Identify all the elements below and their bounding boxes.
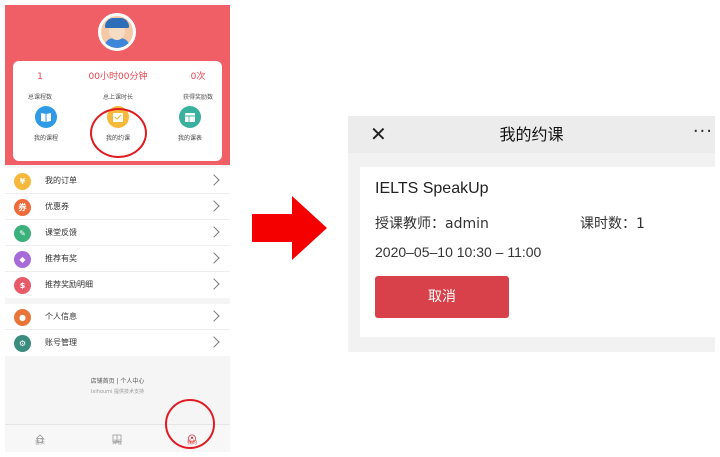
menu-group-orders: ¥ 我的订单 券 优惠券 ✎ 课堂反馈 ◆ 推荐有奖 $ 推荐奖励明细 — [5, 168, 230, 298]
qa-label: 我的课程 — [33, 135, 58, 142]
powered-by: Ixihoumi 提供技术支持 — [90, 389, 145, 395]
chevron-right-icon — [208, 336, 220, 348]
highlight-me-tab — [165, 399, 215, 449]
stat-rewards: 0次 获得奖励数 — [163, 71, 230, 101]
stat-label: 总上课时长 — [102, 94, 133, 101]
book-icon — [35, 106, 57, 128]
page-title: 我的约课 — [499, 125, 564, 144]
menu-item-profile[interactable]: ● 个人信息 — [5, 304, 230, 330]
nav-bar: ✕ 我的约课 ··· — [348, 116, 715, 153]
my-profile-screen: 1 总课程数 00小时00分钟 总上课时长 0次 获得奖励数 我的课程 我的约课 — [5, 5, 230, 452]
tab-courses[interactable]: 课程 — [92, 428, 142, 446]
right-arrow-icon — [252, 196, 327, 260]
teacher-label: 授课教师：admin — [375, 216, 489, 232]
stat-value: 1 — [37, 72, 43, 82]
menu-group-account: ● 个人信息 ⚙ 账号管理 — [5, 304, 230, 356]
menu-item-label: 账号管理 — [45, 338, 77, 347]
course-icon — [112, 428, 122, 443]
stat-total-duration: 00小时00分钟 总上课时长 — [83, 71, 153, 101]
menu-item-label: 推荐奖励明细 — [45, 280, 93, 289]
menu-item-referral-details[interactable]: $ 推荐奖励明细 — [5, 272, 230, 298]
feedback-icon: ✎ — [14, 225, 31, 242]
menu-item-label: 优惠券 — [45, 202, 69, 211]
stat-value: 00小时00分钟 — [88, 72, 148, 82]
menu-item-referral[interactable]: ◆ 推荐有奖 — [5, 246, 230, 272]
menu-item-label: 个人信息 — [45, 312, 77, 321]
highlight-my-bookings — [90, 108, 147, 158]
stat-label: 总课程数 — [27, 94, 52, 101]
chevron-right-icon — [208, 200, 220, 212]
menu-item-feedback[interactable]: ✎ 课堂反馈 — [5, 220, 230, 246]
menu-item-label: 推荐有奖 — [45, 254, 77, 263]
more-icon[interactable]: ··· — [693, 120, 713, 144]
menu-item-coupons[interactable]: 券 优惠券 — [5, 194, 230, 220]
course-name: IELTS SpeakUp — [375, 180, 489, 197]
chevron-right-icon — [208, 310, 220, 322]
menu-item-label: 课堂反馈 — [45, 228, 77, 237]
gift-icon: ◆ — [14, 251, 31, 268]
chevron-right-icon — [208, 278, 220, 290]
my-schedule-button[interactable]: 我的课表 — [160, 106, 220, 142]
my-bookings-screen: ✕ 我的约课 ··· IELTS SpeakUp 授课教师：admin 课时数：… — [348, 116, 715, 352]
cancel-button[interactable]: 取消 — [375, 276, 509, 318]
menu-item-orders[interactable]: ¥ 我的订单 — [5, 168, 230, 194]
avatar[interactable] — [98, 13, 136, 51]
lesson-count: 课时数：1 — [580, 216, 645, 232]
reward-detail-icon: $ — [14, 277, 31, 294]
chevron-right-icon — [208, 252, 220, 264]
footer-links[interactable]: 店铺首页 | 个人中心 — [5, 376, 230, 385]
gear-icon: ⚙ — [14, 335, 31, 352]
menu-item-account[interactable]: ⚙ 账号管理 — [5, 330, 230, 356]
person-icon: ● — [14, 309, 31, 326]
home-icon — [35, 428, 45, 443]
chevron-right-icon — [208, 226, 220, 238]
stat-total-courses: 1 总课程数 — [5, 71, 75, 101]
yuan-icon: ¥ — [14, 173, 31, 190]
qa-label: 我的课表 — [177, 135, 202, 142]
chevron-right-icon — [208, 174, 220, 186]
coupon-icon: 券 — [14, 199, 31, 216]
stat-label: 获得奖励数 — [182, 94, 213, 101]
stat-value: 0次 — [190, 72, 206, 82]
schedule-icon — [179, 106, 201, 128]
booking-time: 2020–05–10 10:30 – 11:00 — [375, 244, 542, 260]
my-courses-button[interactable]: 我的课程 — [16, 106, 76, 142]
booking-card: IELTS SpeakUp 授课教师：admin 课时数：1 2020–05–1… — [360, 167, 715, 337]
tab-home[interactable]: 首页 — [15, 428, 65, 446]
menu-item-label: 我的订单 — [45, 176, 77, 185]
